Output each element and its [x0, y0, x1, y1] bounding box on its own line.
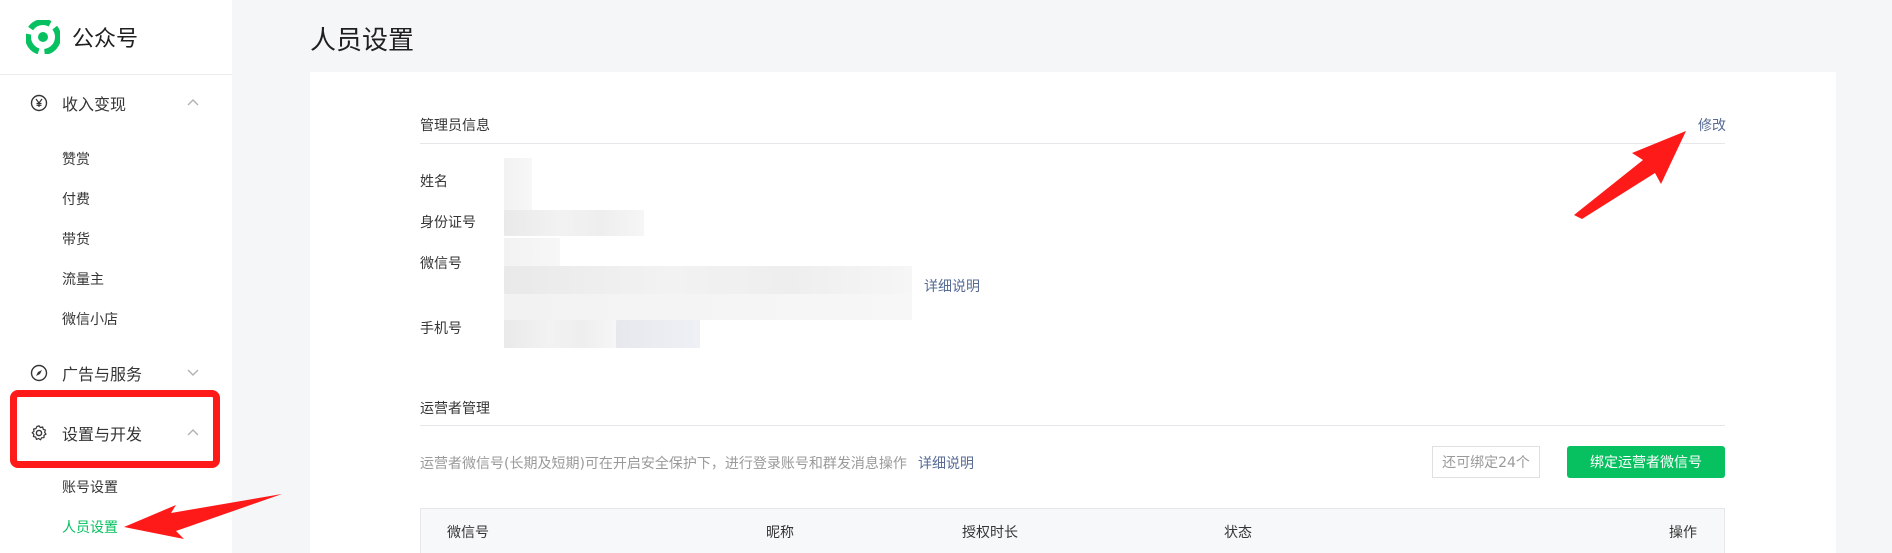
- brand-name: 公众号: [72, 27, 139, 52]
- sidebar-group-ads[interactable]: 广告与服务: [30, 358, 200, 388]
- brand-logo[interactable]: 公众号: [26, 20, 138, 54]
- blurred-name-value: [504, 158, 532, 210]
- column-header-auth-duration: 授权时长: [962, 525, 1018, 541]
- sidebar-group-settings[interactable]: 设置与开发: [30, 418, 200, 448]
- column-header-nickname: 昵称: [766, 525, 794, 541]
- column-header-wechat: 微信号: [447, 525, 489, 541]
- column-header-status: 状态: [1224, 525, 1252, 541]
- label-name: 姓名: [420, 174, 448, 190]
- sidebar-item-wechat-store[interactable]: 微信小店: [62, 309, 118, 329]
- sidebar-group-label: 广告与服务: [62, 365, 143, 384]
- wechat-official-logo-icon: [26, 20, 60, 54]
- sidebar-item-paid[interactable]: 付费: [62, 189, 90, 209]
- sidebar-divider: [0, 74, 232, 75]
- sidebar-item-personnel-settings[interactable]: 人员设置: [62, 517, 118, 537]
- sidebar-group-income[interactable]: 收入变现: [30, 88, 200, 118]
- chevron-up-icon: [187, 429, 199, 436]
- blurred-wechat-value-top: [504, 238, 560, 266]
- section-divider: [420, 425, 1725, 426]
- yen-circle-icon: [30, 94, 48, 112]
- admin-section-title: 管理员信息: [420, 118, 490, 134]
- operators-description: 运营者微信号(长期及短期)可在开启安全保护下，进行登录账号和群发消息操作: [420, 456, 907, 472]
- label-phone: 手机号: [420, 321, 462, 337]
- edit-admin-link[interactable]: 修改: [1698, 115, 1726, 135]
- sidebar-item-traffic-host[interactable]: 流量主: [62, 269, 104, 289]
- sidebar-item-account-settings[interactable]: 账号设置: [62, 477, 118, 497]
- label-id-number: 身份证号: [420, 215, 476, 231]
- gear-icon: [31, 425, 47, 441]
- sidebar-item-goods[interactable]: 带货: [62, 229, 90, 249]
- blurred-wechat-value: [504, 266, 912, 294]
- blurred-id-value: [504, 210, 644, 236]
- blurred-phone-value: [504, 320, 616, 348]
- wechat-detail-link[interactable]: 详细说明: [924, 276, 980, 296]
- sidebar: 公众号 收入变现 赞赏 付费 带货 流量主 微信小店 广告与服务 设置与开发 账…: [0, 0, 232, 553]
- operators-section-title: 运营者管理: [420, 401, 490, 417]
- page-title: 人员设置: [310, 26, 415, 56]
- operators-detail-link[interactable]: 详细说明: [918, 453, 974, 473]
- sidebar-group-label: 收入变现: [62, 95, 127, 114]
- blurred-wechat-value-bottom: [504, 294, 912, 320]
- operators-table-header: 微信号 昵称 授权时长 状态 操作: [420, 508, 1725, 553]
- compass-icon: [30, 364, 48, 382]
- bind-operator-button[interactable]: 绑定运营者微信号: [1567, 446, 1725, 478]
- column-header-actions: 操作: [1669, 525, 1697, 541]
- label-wechat: 微信号: [420, 256, 462, 272]
- blurred-phone-value-right: [616, 320, 700, 348]
- section-divider: [420, 143, 1725, 144]
- chevron-down-icon: [187, 369, 199, 376]
- sidebar-item-reward[interactable]: 赞赏: [62, 149, 90, 169]
- remaining-bind-count: 还可绑定24个: [1432, 446, 1540, 478]
- chevron-up-icon: [187, 99, 199, 106]
- sidebar-group-label: 设置与开发: [62, 425, 143, 444]
